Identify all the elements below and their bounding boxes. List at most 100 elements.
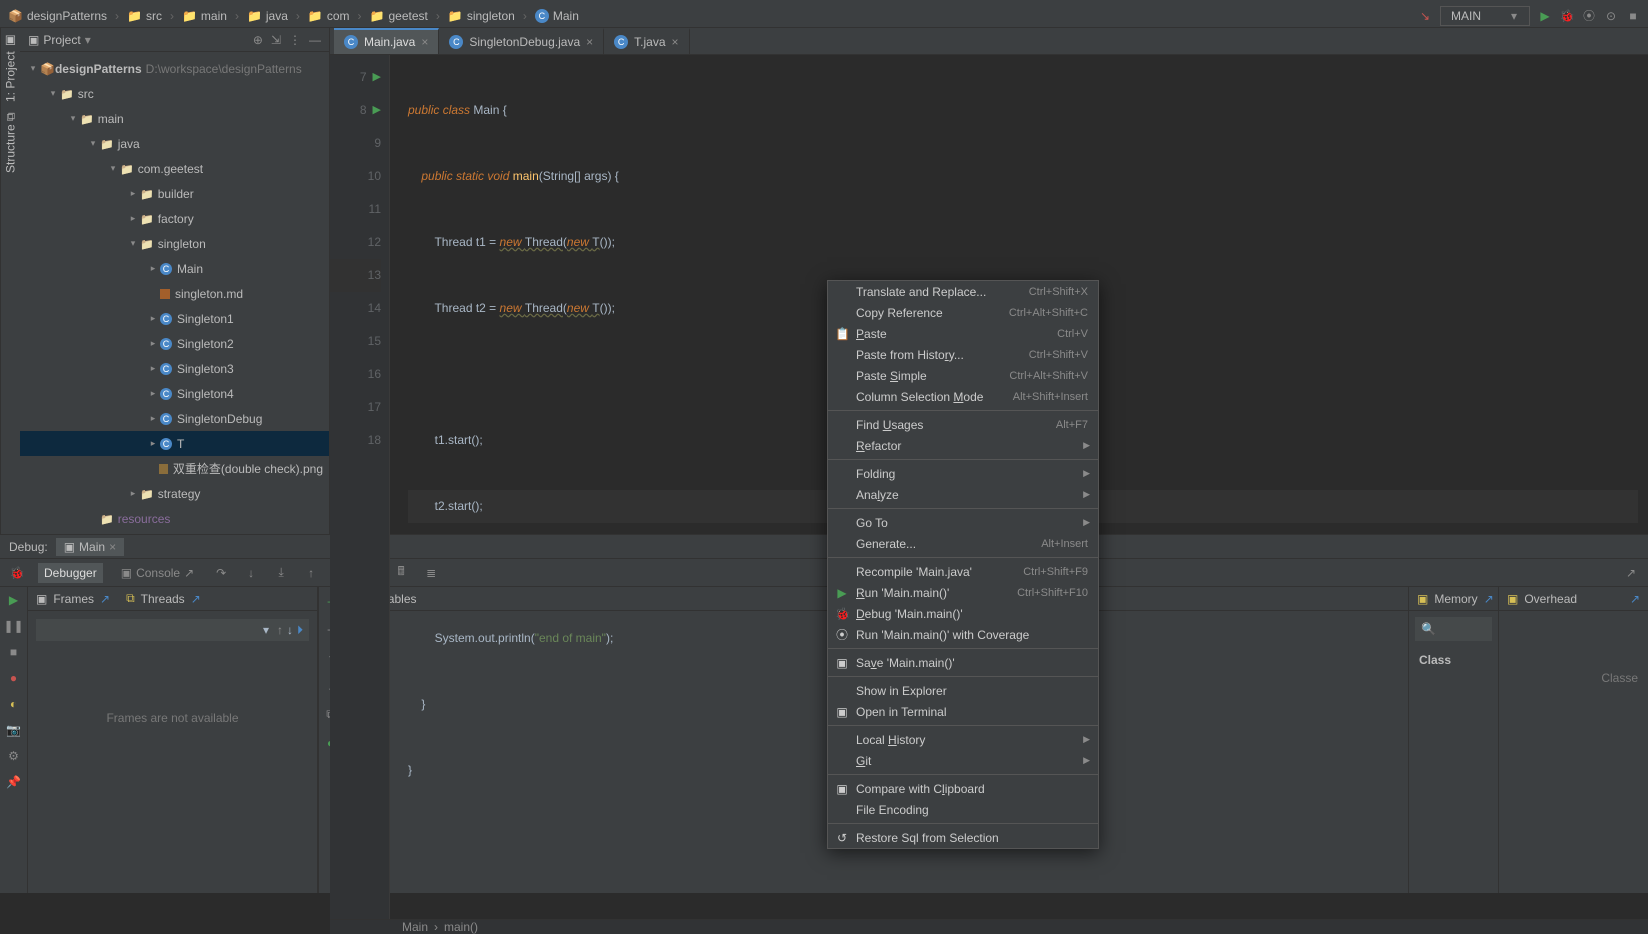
editor-tab[interactable]: CMain.java×	[334, 28, 439, 54]
class-icon: C	[344, 35, 358, 49]
tree-file[interactable]: 双重检查(double check).png	[20, 456, 329, 481]
context-menu-item[interactable]: File Encoding	[828, 799, 1098, 820]
tree-package[interactable]: ▾com.geetest	[20, 156, 329, 181]
context-menu-item[interactable]: ↺Restore Sql from Selection	[828, 827, 1098, 848]
context-menu-item[interactable]: ▣Save 'Main.main()'	[828, 652, 1098, 673]
tree-file[interactable]: singleton.md	[20, 281, 329, 306]
context-menu-item[interactable]: ▣Open in Terminal	[828, 701, 1098, 722]
context-menu-item[interactable]: Translate and Replace...Ctrl+Shift+X	[828, 281, 1098, 302]
stop-icon[interactable]: ■	[1626, 9, 1640, 23]
left-tool-gutter[interactable]: Structure ⧉ 1: Project ▣	[0, 28, 20, 534]
step-over-icon[interactable]: ↷	[212, 564, 230, 582]
tree-class[interactable]: ▸CT	[20, 431, 329, 456]
coverage-icon[interactable]: ⦿	[1582, 9, 1596, 23]
close-icon[interactable]: ×	[586, 35, 593, 49]
context-menu-item[interactable]: Analyze	[828, 484, 1098, 505]
close-icon[interactable]: ×	[421, 35, 428, 49]
tree-class[interactable]: ▸CSingleton3	[20, 356, 329, 381]
tree-package[interactable]: ▸builder	[20, 181, 329, 206]
debug-session-tab[interactable]: ▣ Main ×	[56, 538, 124, 556]
tree-package[interactable]: ▸factory	[20, 206, 329, 231]
context-menu-item[interactable]: 📋PasteCtrl+V	[828, 323, 1098, 344]
context-menu-item[interactable]: Recompile 'Main.java'Ctrl+Shift+F9	[828, 561, 1098, 582]
context-menu-item[interactable]: Git	[828, 750, 1098, 771]
mute-breakpoints-icon[interactable]: ◐	[5, 695, 23, 713]
context-menu[interactable]: Translate and Replace...Ctrl+Shift+XCopy…	[827, 280, 1099, 849]
context-menu-item[interactable]: Copy ReferenceCtrl+Alt+Shift+C	[828, 302, 1098, 323]
open-icon[interactable]: ↗	[100, 592, 110, 606]
project-pane-title[interactable]: ▣ Project ▾	[28, 33, 91, 47]
collapse-icon[interactable]: ⇲	[271, 33, 281, 47]
editor-tab[interactable]: CSingletonDebug.java×	[439, 28, 604, 54]
context-menu-item[interactable]: ▶Run 'Main.main()'Ctrl+Shift+F10	[828, 582, 1098, 603]
rerun-icon[interactable]: 🐞	[8, 564, 26, 582]
project-tree[interactable]: ▾📦 designPatternsD:\workspace\designPatt…	[20, 52, 329, 534]
hide-icon[interactable]: —	[309, 33, 321, 47]
breadcrumb-item[interactable]: 📁 src	[127, 9, 162, 23]
context-menu-item[interactable]: Go To	[828, 512, 1098, 533]
settings-icon[interactable]: ⋮	[289, 33, 301, 47]
structure-tab[interactable]: Structure ⧉	[4, 112, 18, 173]
target-icon[interactable]: ⊕	[253, 33, 263, 47]
dump-icon[interactable]: 📷	[5, 721, 23, 739]
breadcrumb-item[interactable]: 📁 geetest	[370, 9, 428, 23]
resume-icon[interactable]: ▶	[5, 591, 23, 609]
tree-folder[interactable]: resources	[20, 506, 329, 531]
breadcrumb-item[interactable]: 📁 main	[182, 9, 227, 23]
tree-root[interactable]: ▾📦 designPatternsD:\workspace\designPatt…	[20, 56, 329, 81]
run-gutter-icon[interactable]: ▶	[373, 94, 381, 127]
context-menu-item[interactable]: ⦿Run 'Main.main()' with Coverage	[828, 624, 1098, 645]
breadcrumb-item[interactable]: 📁 java	[247, 9, 288, 23]
tree-folder[interactable]: ▾main	[20, 106, 329, 131]
pause-icon[interactable]: ❚❚	[5, 617, 23, 635]
tree-package[interactable]: ▾singleton	[20, 231, 329, 256]
context-menu-item[interactable]: Folding	[828, 463, 1098, 484]
view-breakpoints-icon[interactable]: ●	[5, 669, 23, 687]
tree-folder[interactable]: ▾java	[20, 131, 329, 156]
context-menu-item[interactable]: Generate...Alt+Insert	[828, 533, 1098, 554]
context-menu-item[interactable]: Paste SimpleCtrl+Alt+Shift+V	[828, 365, 1098, 386]
tree-class[interactable]: ▸CMain	[20, 256, 329, 281]
run-config-dropdown[interactable]: MAIN▾	[1440, 6, 1530, 26]
context-menu-item[interactable]: Local History	[828, 729, 1098, 750]
open-icon[interactable]: ↗	[191, 592, 201, 606]
profile-icon[interactable]: ⊙	[1604, 9, 1618, 23]
editor-tab[interactable]: CT.java×	[604, 28, 689, 54]
editor-breadcrumb[interactable]: Main›main()	[330, 919, 1648, 934]
run-icon[interactable]: ▶	[1538, 9, 1552, 23]
context-menu-item[interactable]: Show in Explorer	[828, 680, 1098, 701]
tree-class[interactable]: ▸CSingleton1	[20, 306, 329, 331]
editor-gutter[interactable]: 7▶ 8▶ 9101112 13 1415161718	[330, 55, 390, 919]
context-menu-item[interactable]: 🐞Debug 'Main.main()'	[828, 603, 1098, 624]
debugger-tab[interactable]: Debugger	[38, 563, 103, 583]
close-icon[interactable]: ×	[672, 35, 679, 49]
force-step-icon[interactable]: ⤓	[272, 564, 290, 582]
project-tab[interactable]: 1: Project ▣	[4, 34, 18, 102]
tree-folder[interactable]: ▾src	[20, 81, 329, 106]
breadcrumb-item[interactable]: C Main	[535, 9, 579, 23]
tree-package[interactable]: ▸strategy	[20, 481, 329, 506]
context-menu-item[interactable]: ▣Compare with Clipboard	[828, 778, 1098, 799]
context-menu-item[interactable]: Refactor	[828, 435, 1098, 456]
context-menu-item[interactable]: Column Selection ModeAlt+Shift+Insert	[828, 386, 1098, 407]
context-menu-item[interactable]: Paste from History...Ctrl+Shift+V	[828, 344, 1098, 365]
shortcut-label: Ctrl+V	[1057, 328, 1088, 340]
tree-class[interactable]: ▸CSingleton4	[20, 381, 329, 406]
breadcrumb-item[interactable]: 📦 designPatterns	[8, 9, 107, 23]
tree-class[interactable]: ▸CSingleton2	[20, 331, 329, 356]
build-icon[interactable]: ↘	[1418, 9, 1432, 23]
breadcrumb-item[interactable]: 📁 singleton	[448, 9, 515, 23]
settings-icon[interactable]: ⚙	[5, 747, 23, 765]
context-menu-item[interactable]: Find UsagesAlt+F7	[828, 414, 1098, 435]
step-out-icon[interactable]: ↑	[302, 564, 320, 582]
breadcrumb-item[interactable]: 📁 com	[308, 9, 350, 23]
close-icon[interactable]: ×	[109, 540, 116, 554]
pin-icon[interactable]: 📌	[5, 773, 23, 791]
tree-class[interactable]: ▸CSingletonDebug	[20, 406, 329, 431]
debug-icon[interactable]: 🐞	[1560, 9, 1574, 23]
step-into-icon[interactable]: ↓	[242, 564, 260, 582]
run-gutter-icon[interactable]: ▶	[373, 61, 381, 94]
stop-icon[interactable]: ■	[5, 643, 23, 661]
console-tab[interactable]: ▣ Console ↗	[115, 563, 200, 583]
thread-dropdown[interactable]: ▾ ↑ ↓ ⏵	[36, 619, 309, 641]
